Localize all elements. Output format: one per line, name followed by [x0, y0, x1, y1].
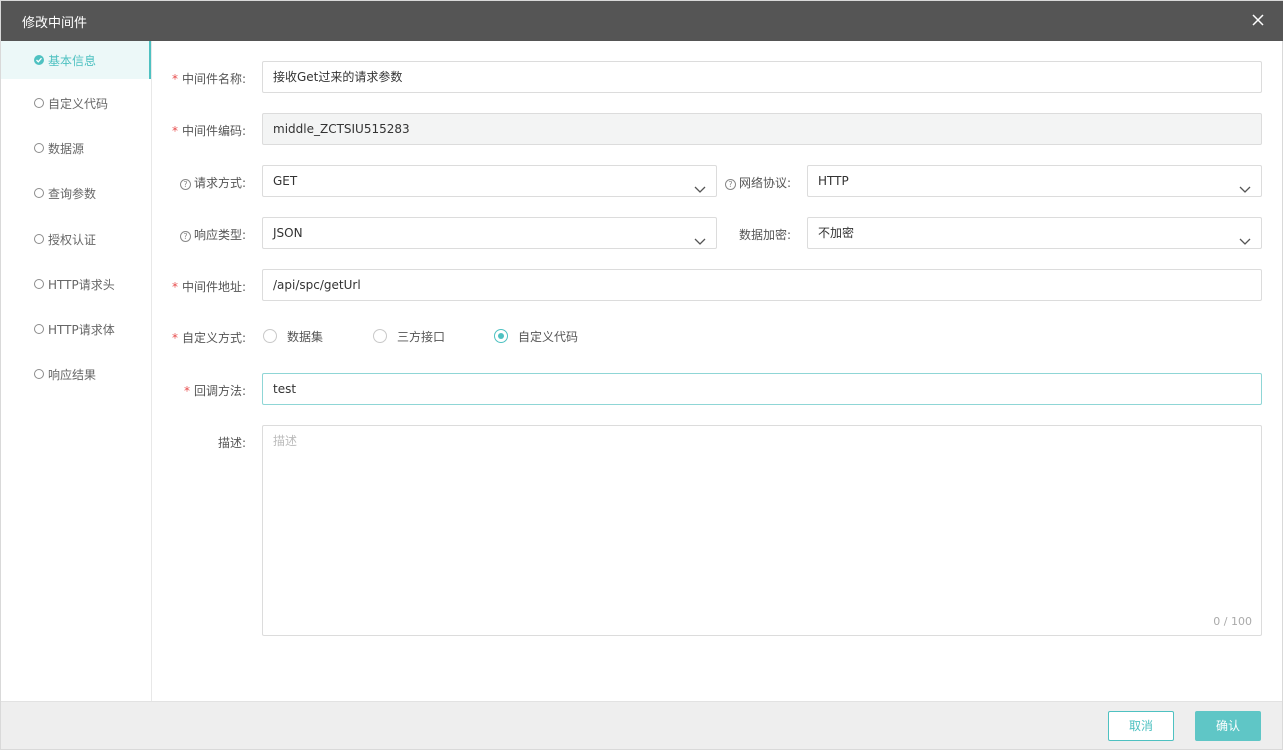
required-mark: *	[171, 124, 178, 138]
close-icon[interactable]	[1250, 12, 1266, 28]
sidebar-item-query-params[interactable]: 查询参数	[1, 174, 151, 212]
callback-label: * 回调方法:	[183, 384, 246, 398]
address-label: * 中间件地址:	[171, 280, 246, 294]
description-placeholder: 描述	[273, 434, 298, 448]
help-icon[interactable]: ?	[179, 179, 191, 190]
circle-icon	[34, 369, 44, 379]
callback-input[interactable]: test	[262, 373, 1262, 405]
sidebar-item-basic-info[interactable]: 基本信息	[1, 41, 151, 79]
radio-circle	[494, 329, 508, 343]
circle-icon	[34, 188, 44, 198]
confirm-button[interactable]: 确认	[1195, 711, 1261, 741]
address-input[interactable]: /api/spc/getUrl	[262, 269, 1262, 301]
cancel-button[interactable]: 取消	[1108, 711, 1174, 741]
sidebar-item-label: 基本信息	[48, 54, 97, 68]
circle-icon	[34, 279, 44, 289]
code-label: * 中间件编码:	[171, 124, 246, 138]
code-input: middle_ZCTSIU515283	[262, 113, 1262, 145]
radio-label: 自定义代码	[518, 330, 579, 344]
chevron-down-icon	[694, 176, 706, 193]
sidebar-item-custom-code[interactable]: 自定义代码	[1, 84, 151, 122]
sidebar-item-http-body[interactable]: HTTP请求体	[1, 310, 151, 348]
radio-third-party-api[interactable]: 三方接口	[373, 326, 473, 346]
name-label: * 中间件名称:	[171, 72, 246, 86]
radio-circle	[263, 329, 277, 343]
method-select[interactable]: GET	[262, 165, 717, 197]
circle-icon	[34, 324, 44, 334]
char-counter: 0 / 100	[1213, 615, 1252, 628]
response-type-value: JSON	[273, 226, 303, 240]
response-type-label: ? 响应类型:	[162, 226, 246, 243]
edit-middleware-dialog: 修改中间件 基本信息 自定义代码 数据源 查询参数 授权认证 HTTP请求头 H…	[0, 0, 1283, 750]
name-input[interactable]: 接收Get过来的请求参数	[262, 61, 1262, 93]
form-area: * 中间件名称: 接收Get过来的请求参数 * 中间件编码: middle_ZCTS…	[152, 41, 1282, 701]
help-icon[interactable]: ?	[724, 179, 736, 190]
sidebar-item-label: HTTP请求头	[48, 278, 115, 292]
chevron-down-icon	[1239, 228, 1251, 245]
description-label: 描述:	[217, 436, 246, 450]
dialog-footer: 取消 确认	[1, 701, 1282, 749]
encryption-label: 数据加密:	[738, 228, 791, 242]
dialog-titlebar: 修改中间件	[1, 1, 1283, 41]
sidebar-item-auth[interactable]: 授权认证	[1, 220, 151, 258]
required-mark: *	[183, 384, 190, 398]
radio-custom-code[interactable]: 自定义代码	[494, 326, 604, 346]
encryption-select[interactable]: 不加密	[807, 217, 1262, 249]
required-mark: *	[171, 280, 178, 294]
check-circle-icon	[34, 55, 44, 65]
protocol-select[interactable]: HTTP	[807, 165, 1262, 197]
custom-mode-label: * 自定义方式:	[171, 331, 246, 345]
sidebar-item-label: 响应结果	[48, 368, 97, 382]
radio-dataset[interactable]: 数据集	[263, 326, 353, 346]
radio-label: 数据集	[287, 330, 324, 344]
sidebar-item-label: 查询参数	[48, 187, 97, 201]
required-mark: *	[171, 72, 178, 86]
help-icon[interactable]: ?	[179, 231, 191, 242]
method-label: ? 请求方式:	[162, 174, 246, 191]
sidebar-item-label: 数据源	[48, 142, 85, 156]
protocol-label: ? 网络协议:	[721, 174, 791, 191]
required-mark: *	[171, 331, 178, 345]
radio-label: 三方接口	[397, 330, 446, 344]
sidebar-item-http-headers[interactable]: HTTP请求头	[1, 265, 151, 303]
circle-icon	[34, 143, 44, 153]
response-type-select[interactable]: JSON	[262, 217, 717, 249]
description-textarea[interactable]: 描述 0 / 100	[262, 425, 1262, 636]
method-value: GET	[273, 174, 298, 188]
sidebar-nav: 基本信息 自定义代码 数据源 查询参数 授权认证 HTTP请求头 HTTP请求体	[1, 41, 152, 701]
encryption-value: 不加密	[818, 226, 855, 240]
sidebar-item-response[interactable]: 响应结果	[1, 355, 151, 393]
circle-icon	[34, 98, 44, 108]
sidebar-item-label: 自定义代码	[48, 97, 109, 111]
circle-icon	[34, 234, 44, 244]
sidebar-item-label: 授权认证	[48, 233, 97, 247]
radio-circle	[373, 329, 387, 343]
dialog-title: 修改中间件	[22, 16, 88, 31]
chevron-down-icon	[694, 228, 706, 245]
protocol-value: HTTP	[818, 174, 849, 188]
sidebar-item-label: HTTP请求体	[48, 323, 115, 337]
chevron-down-icon	[1239, 176, 1251, 193]
sidebar-item-data-source[interactable]: 数据源	[1, 129, 151, 167]
